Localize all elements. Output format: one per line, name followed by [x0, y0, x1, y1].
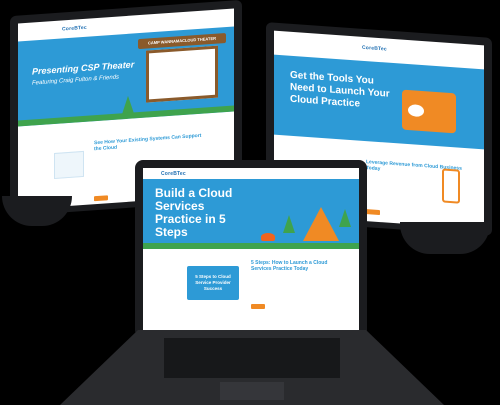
right-monitor-stand: [400, 222, 490, 254]
laptop-section-heading: 5 Steps: How to Launch a Cloud Services …: [251, 260, 328, 272]
tent-icon: [303, 207, 339, 241]
right-side-icon: [442, 168, 460, 204]
laptop-hero-title: Build a Cloud Services Practice in 5 Ste…: [155, 186, 233, 239]
left-logo: CoreBTec: [62, 24, 87, 33]
right-logo: CoreBTec: [362, 44, 387, 53]
keyboard-area: [164, 338, 340, 378]
left-cta-button[interactable]: [94, 195, 108, 202]
left-hero-subtitle: Featuring Craig Fulton & Friends: [32, 74, 120, 87]
tree-icon: [122, 95, 134, 115]
laptop-hero: Build a Cloud Services Practice in 5 Ste…: [143, 179, 359, 249]
ebook-cover: 5 Steps to Cloud Service Provider Succes…: [187, 266, 239, 300]
left-monitor-stand: [2, 196, 72, 226]
laptop-screen: CoreBTec Build a Cloud Services Practice…: [135, 160, 367, 338]
laptop-display: CoreBTec Build a Cloud Services Practice…: [143, 168, 359, 332]
right-hero-title: Get the Tools You Need to Launch Your Cl…: [290, 69, 390, 110]
laptop-logo: CoreBTec: [161, 171, 186, 177]
left-section-heading: See How Your Existing Systems Can Suppor…: [94, 132, 202, 153]
ebook-title: 5 Steps to Cloud Service Provider Succes…: [195, 274, 231, 291]
laptop-keyboard-deck: [60, 330, 444, 405]
left-thumbnail: [54, 150, 84, 180]
grass-strip: [143, 243, 359, 249]
left-hero: Presenting CSP Theater Featuring Craig F…: [18, 26, 234, 127]
tree-icon: [283, 215, 295, 233]
tree-icon: [339, 209, 351, 227]
campfire-icon: [261, 233, 275, 241]
touchpad: [220, 382, 284, 400]
right-hero: Get the Tools You Need to Launch Your Cl…: [274, 54, 484, 150]
laptop-cta-button[interactable]: [251, 304, 265, 309]
right-cta-button[interactable]: [366, 209, 380, 216]
